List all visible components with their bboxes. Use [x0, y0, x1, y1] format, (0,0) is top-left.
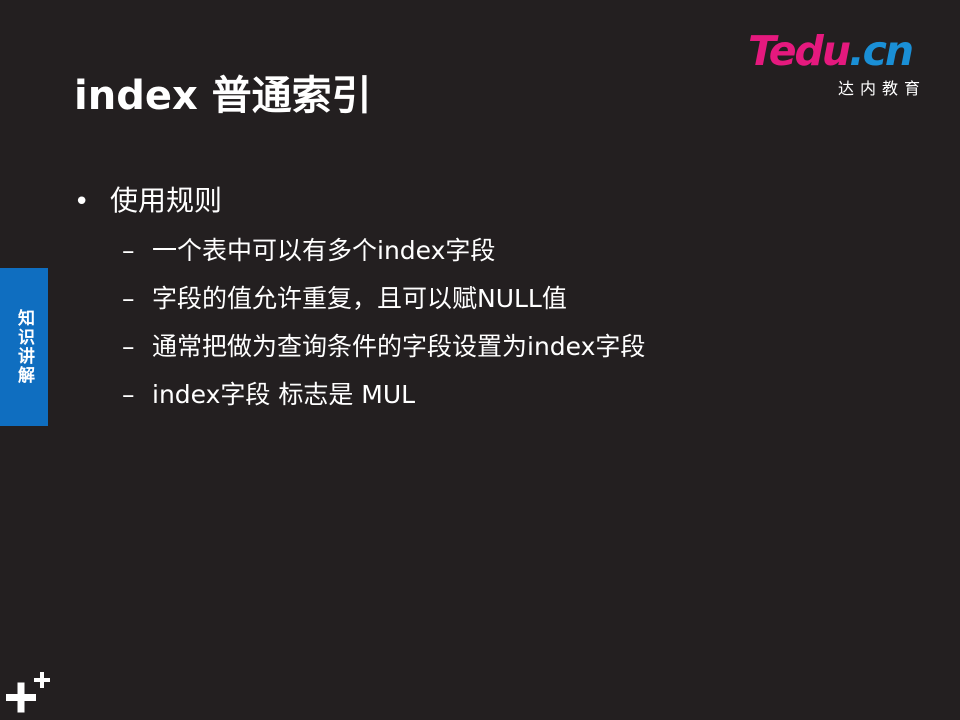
sub-item: – 字段的值允许重复，且可以赋NULL值 — [122, 275, 894, 323]
sub-list: – 一个表中可以有多个index字段 – 字段的值允许重复，且可以赋NULL值 … — [122, 227, 894, 419]
sub-item: – 一个表中可以有多个index字段 — [122, 227, 894, 275]
sub-item-text: 字段的值允许重复，且可以赋NULL值 — [152, 284, 567, 313]
logo-letter-t: T — [748, 27, 771, 75]
sub-item-text: index字段 标志是 MUL — [152, 380, 416, 409]
sub-item-text: 一个表中可以有多个index字段 — [152, 236, 496, 265]
sub-item: – 通常把做为查询条件的字段设置为index字段 — [122, 323, 894, 371]
bullet-item: • 使用规则 — [74, 176, 894, 227]
slide-title: index 普通索引 — [74, 73, 372, 119]
plus-plus-icon — [6, 672, 50, 713]
sub-item-text: 通常把做为查询条件的字段设置为index字段 — [152, 332, 646, 361]
logo-subtitle: 达内教育 — [837, 79, 926, 98]
logo-edu: edu — [768, 27, 851, 75]
logo-cn: cn — [862, 27, 914, 75]
logo-dot: . — [849, 27, 865, 75]
dash-icon: – — [122, 380, 135, 409]
sub-item: – index字段 标志是 MUL — [122, 371, 894, 419]
side-tab: 知识讲解 — [0, 268, 48, 426]
side-tab-label: 知识讲解 — [14, 309, 34, 385]
dash-icon: – — [122, 236, 135, 265]
dash-icon: – — [122, 332, 135, 361]
dash-icon: – — [122, 284, 135, 313]
logo-wordmark: Tedu.cn — [748, 27, 914, 75]
bullet-icon: • — [74, 187, 90, 217]
tedu-logo: Tedu.cn 达内教育 — [748, 28, 932, 100]
slide-content: • 使用规则 – 一个表中可以有多个index字段 – 字段的值允许重复，且可以… — [74, 176, 894, 419]
bullet-text: 使用规则 — [110, 184, 223, 217]
